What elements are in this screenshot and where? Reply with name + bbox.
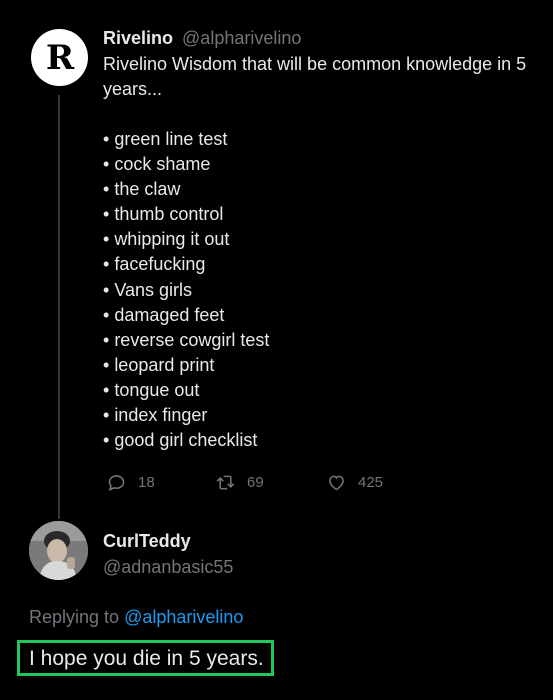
replying-to: Replying to @alpharivelino [29, 605, 243, 629]
reply-icon [108, 475, 125, 491]
tweet-text: Rivelino Wisdom that will be common know… [103, 54, 527, 99]
bullet-item: the claw [103, 177, 543, 202]
bullet-item: tongue out [103, 378, 543, 403]
bullet-item: thumb control [103, 202, 543, 227]
like-button[interactable]: 425 [326, 472, 383, 493]
avatar-curlteddy[interactable] [29, 521, 88, 580]
reply-count: 18 [138, 474, 155, 491]
tweet-body: Rivelino Wisdom that will be common know… [103, 52, 543, 453]
bullet-item: damaged feet [103, 303, 543, 328]
bullet-item: reverse cowgirl test [103, 328, 543, 353]
avatar-logo-letter: R [45, 37, 74, 78]
bullet-item: facefucking [103, 252, 543, 277]
replying-to-label: Replying to [29, 607, 120, 627]
bullet-item: green line test [103, 127, 543, 152]
avatar-rivelino[interactable]: R [31, 29, 88, 86]
bullet-item: index finger [103, 403, 543, 428]
replying-to-handle-link[interactable]: @alpharivelino [124, 607, 243, 627]
reply-author: CurlTeddy @adnanbasic55 [103, 530, 233, 579]
bullet-item: whipping it out [103, 227, 543, 252]
original-tweet: Rivelino @alpharivelino Rivelino Wisdom … [103, 26, 543, 453]
reply-display-name[interactable]: CurlTeddy [103, 530, 233, 552]
reply-text: I hope you die in 5 years. [29, 647, 264, 670]
reply-handle[interactable]: @adnanbasic55 [103, 555, 233, 579]
thread-line [58, 95, 60, 519]
retweet-button[interactable]: 69 [215, 472, 264, 493]
tweet-bullet-list: green line test cock shame the claw thum… [103, 127, 543, 453]
retweet-icon [216, 475, 235, 490]
bullet-item: cock shame [103, 152, 543, 177]
tweet-actions: 18 69 425 [103, 472, 403, 496]
like-count: 425 [358, 474, 384, 491]
tweet-header: Rivelino @alpharivelino [103, 26, 543, 50]
bullet-item: good girl checklist [103, 428, 543, 453]
author-handle[interactable]: @alpharivelino [182, 28, 301, 48]
like-icon [329, 475, 344, 491]
bullet-item: leopard print [103, 353, 543, 378]
profile-photo-icon [29, 521, 88, 580]
author-display-name[interactable]: Rivelino [103, 28, 173, 48]
bullet-item: Vans girls [103, 278, 543, 303]
retweet-count: 69 [247, 474, 264, 491]
reply-button[interactable]: 18 [106, 472, 155, 493]
